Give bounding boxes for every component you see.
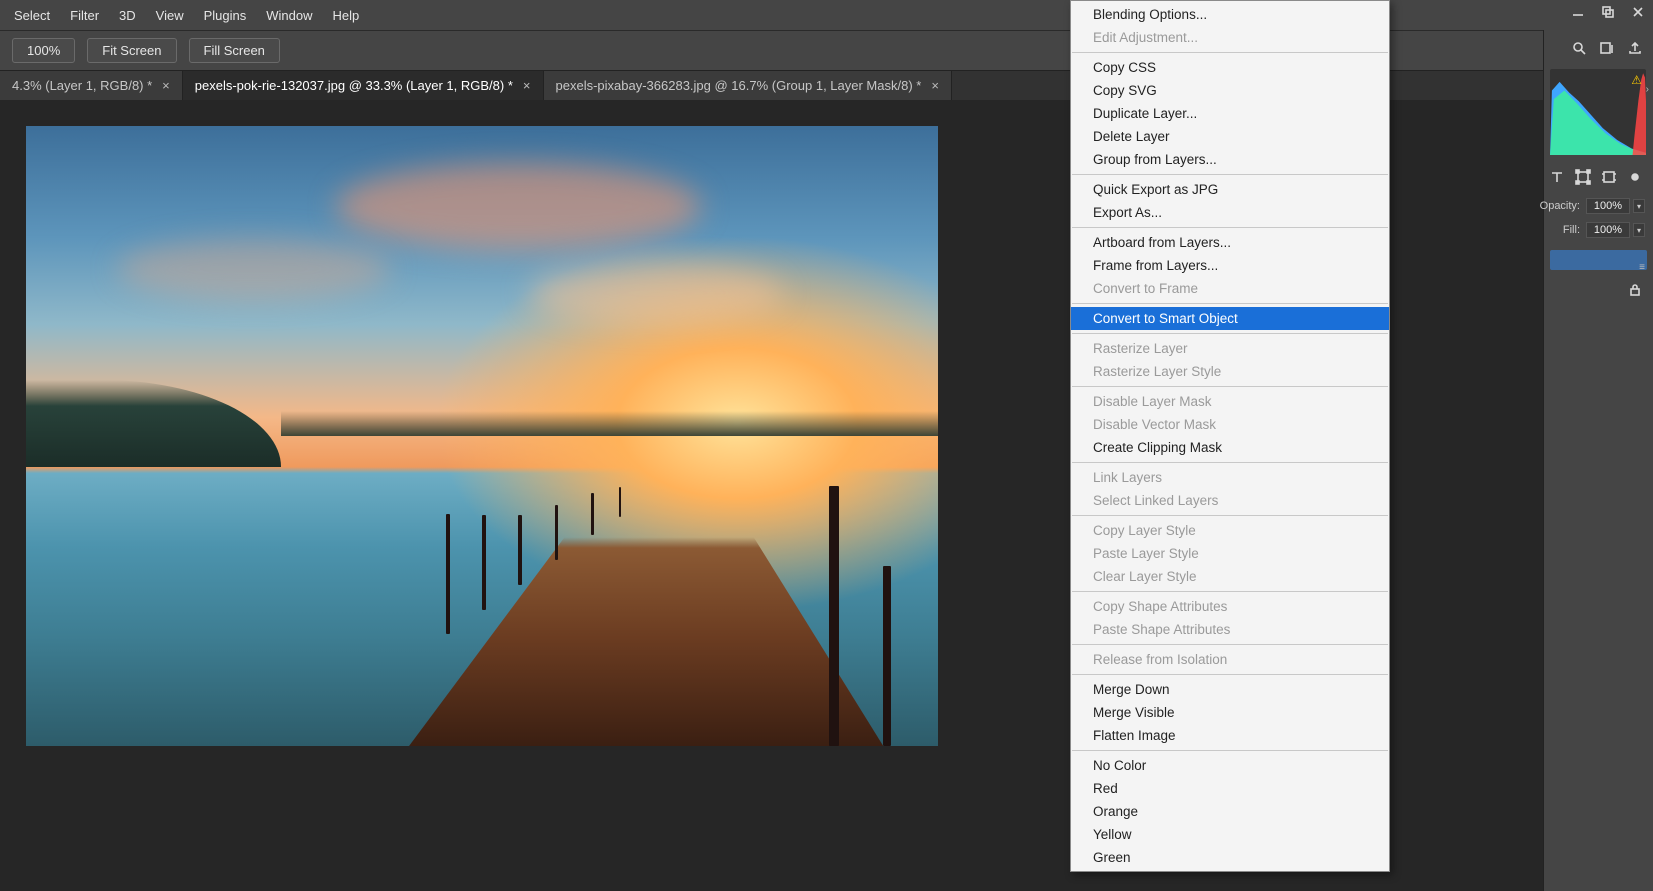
panels-dock: ›› ≡ ⚠ ≡ Opacity: ▾ Fill: ▾ [1543,30,1653,891]
canvas-area[interactable] [0,100,1653,891]
menu-item: Convert to Frame [1071,277,1389,300]
menu-item: Rasterize Layer [1071,337,1389,360]
menu-item[interactable]: Flatten Image [1071,724,1389,747]
menu-item: Link Layers [1071,466,1389,489]
lock-icon[interactable] [1627,282,1643,303]
menu-item[interactable]: Merge Down [1071,678,1389,701]
menu-item: Copy Shape Attributes [1071,595,1389,618]
menu-item: Copy Layer Style [1071,519,1389,542]
workspace-icon[interactable] [1599,40,1615,61]
zoom-level-button[interactable]: 100% [12,38,75,63]
menu-filter[interactable]: Filter [60,2,109,29]
menu-3d[interactable]: 3D [109,2,146,29]
menu-item[interactable]: Export As... [1071,201,1389,224]
fit-screen-button[interactable]: Fit Screen [87,38,176,63]
layer-context-menu: Blending Options...Edit Adjustment... Cop… [1070,0,1390,872]
menu-item: Disable Layer Mask [1071,390,1389,413]
tab-label: pexels-pixabay-366283.jpg @ 16.7% (Group… [556,78,922,93]
document-tab[interactable]: pexels-pok-rie-132037.jpg @ 33.3% (Layer… [183,71,544,100]
filter-dot-icon[interactable] [1627,169,1643,190]
document-canvas[interactable] [26,126,938,746]
menu-item[interactable]: Merge Visible [1071,701,1389,724]
type-tool-icon[interactable] [1549,169,1565,190]
menu-item: Clear Layer Style [1071,565,1389,588]
fill-label: Fill: [1563,224,1580,236]
menu-window[interactable]: Window [256,2,322,29]
menu-item: Rasterize Layer Style [1071,360,1389,383]
tab-label: pexels-pok-rie-132037.jpg @ 33.3% (Layer… [195,78,513,93]
histogram-panel[interactable]: ⚠ [1550,69,1646,155]
layer-row[interactable] [1550,250,1647,270]
opacity-label: Opacity: [1540,200,1580,212]
document-tabs: 4.3% (Layer 1, RGB/8) * × pexels-pok-rie-1… [0,70,1653,100]
window-maximize[interactable] [1593,0,1623,24]
menu-item: Paste Layer Style [1071,542,1389,565]
menu-item[interactable]: Convert to Smart Object [1071,307,1389,330]
share-icon[interactable] [1627,40,1643,61]
window-minimize[interactable] [1563,0,1593,24]
transform-icon[interactable] [1575,169,1591,190]
menu-item: Edit Adjustment... [1071,26,1389,49]
menu-item: Paste Shape Attributes [1071,618,1389,641]
menu-item[interactable]: Group from Layers... [1071,148,1389,171]
menu-item: Disable Vector Mask [1071,413,1389,436]
menu-plugins[interactable]: Plugins [194,2,257,29]
menu-select[interactable]: Select [4,2,60,29]
menu-item[interactable]: Green [1071,846,1389,869]
search-icon[interactable] [1571,40,1587,61]
fill-screen-button[interactable]: Fill Screen [189,38,280,63]
close-icon[interactable]: × [523,78,531,93]
close-icon[interactable]: × [931,78,939,93]
menu-item: Select Linked Layers [1071,489,1389,512]
menu-item[interactable]: Delete Layer [1071,125,1389,148]
panel-menu-icon-2[interactable]: ≡ [1639,262,1645,273]
window-close[interactable] [1623,0,1653,24]
menu-item[interactable]: Yellow [1071,823,1389,846]
artboard-icon[interactable] [1601,169,1617,190]
document-tab[interactable]: pexels-pixabay-366283.jpg @ 16.7% (Group… [544,71,952,100]
menubar: SelectFilter3DViewPluginsWindowHelp [0,0,1653,30]
menu-item[interactable]: Create Clipping Mask [1071,436,1389,459]
chevron-down-icon[interactable]: ▾ [1633,199,1645,213]
tab-label: 4.3% (Layer 1, RGB/8) * [12,78,152,93]
menu-item[interactable]: Copy CSS [1071,56,1389,79]
histogram-warning-icon[interactable]: ⚠ [1631,73,1642,87]
menu-item[interactable]: Blending Options... [1071,3,1389,26]
menu-item[interactable]: Orange [1071,800,1389,823]
opacity-input[interactable]: ▾ [1586,198,1645,214]
fill-input[interactable]: ▾ [1586,222,1645,238]
menu-item[interactable]: Duplicate Layer... [1071,102,1389,125]
menu-item[interactable]: Frame from Layers... [1071,254,1389,277]
menu-help[interactable]: Help [323,2,370,29]
menu-item[interactable]: Quick Export as JPG [1071,178,1389,201]
menu-item[interactable]: Copy SVG [1071,79,1389,102]
menu-item[interactable]: Red [1071,777,1389,800]
menu-item[interactable]: No Color [1071,754,1389,777]
options-bar: 100% Fit Screen Fill Screen [0,30,1653,70]
document-tab[interactable]: 4.3% (Layer 1, RGB/8) * × [0,71,183,100]
chevron-down-icon[interactable]: ▾ [1633,223,1645,237]
close-icon[interactable]: × [162,78,170,93]
menu-view[interactable]: View [146,2,194,29]
menu-item[interactable]: Artboard from Layers... [1071,231,1389,254]
menu-item: Release from Isolation [1071,648,1389,671]
